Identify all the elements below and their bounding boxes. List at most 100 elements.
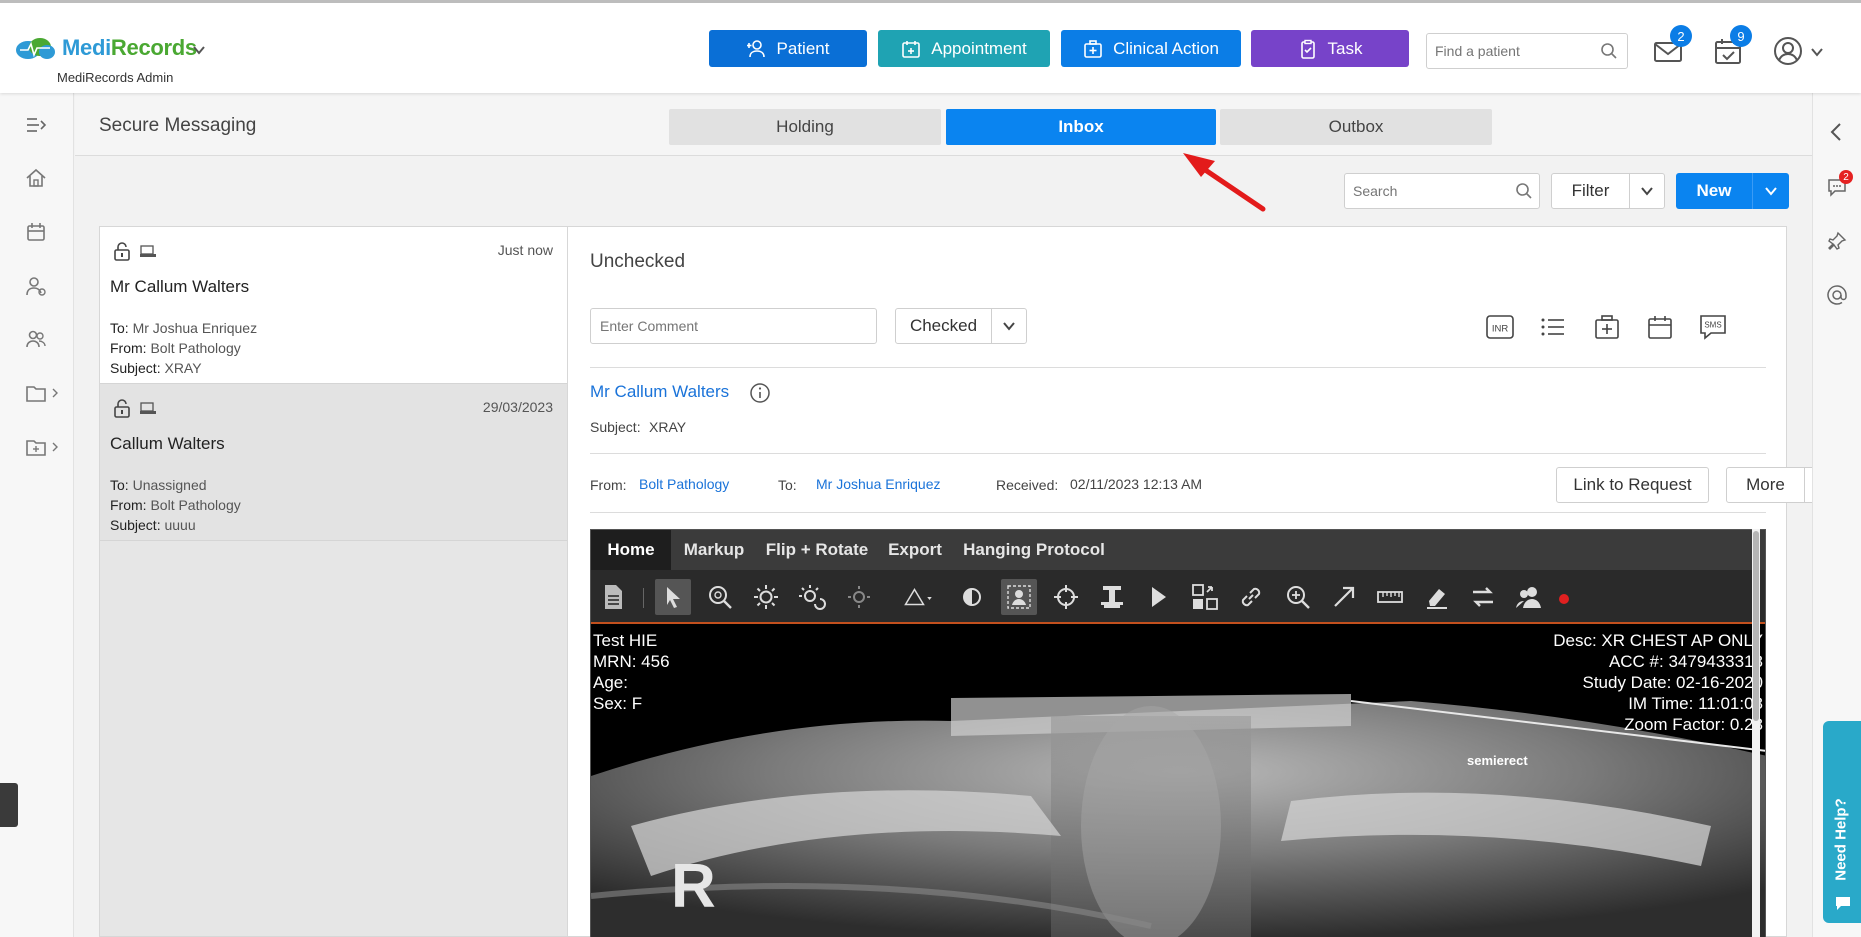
magnify-tool[interactable] bbox=[1280, 579, 1316, 615]
patients-icon[interactable] bbox=[25, 275, 47, 297]
chat-bubble-icon bbox=[1836, 897, 1850, 910]
collapse-menu-icon[interactable] bbox=[25, 114, 47, 136]
message-subject: Subject: uuuu bbox=[110, 517, 196, 533]
sms-icon[interactable]: SMS bbox=[1698, 312, 1728, 342]
eraser-tool[interactable] bbox=[1419, 579, 1455, 615]
message-search-field[interactable] bbox=[1344, 173, 1540, 209]
chevron-right-icon[interactable] bbox=[50, 442, 60, 452]
layout-grid-icon bbox=[1192, 584, 1218, 610]
eraser-icon bbox=[1427, 589, 1447, 609]
detail-scrollbar[interactable] bbox=[1752, 529, 1760, 937]
more-label[interactable]: More bbox=[1727, 468, 1805, 502]
message-subject: Subject: XRAY bbox=[110, 360, 202, 376]
sun-dim-icon bbox=[848, 586, 870, 608]
viewer-tab-export[interactable]: Export bbox=[877, 530, 953, 570]
crosshair-tool[interactable] bbox=[1048, 579, 1084, 615]
message-status: Unchecked bbox=[590, 251, 686, 272]
stack-scroll-icon bbox=[1101, 586, 1123, 608]
list-item[interactable]: 29/03/2023 Callum Walters To: Unassigned… bbox=[100, 384, 567, 541]
viewer-tab-hanging-protocol[interactable]: Hanging Protocol bbox=[953, 530, 1115, 570]
invert-tool[interactable] bbox=[954, 579, 990, 615]
patient-name-link[interactable]: Mr Callum Walters bbox=[590, 382, 729, 402]
shape-tool[interactable] bbox=[896, 579, 942, 615]
measure-tool[interactable] bbox=[1372, 579, 1408, 615]
filter-button[interactable]: Filter bbox=[1551, 173, 1665, 209]
new-message-button[interactable]: New bbox=[1676, 173, 1789, 209]
list-icon[interactable] bbox=[1538, 312, 1568, 342]
viewer-tab-home[interactable]: Home bbox=[591, 530, 671, 570]
brightness-tool[interactable] bbox=[748, 579, 784, 615]
filter-dropdown[interactable] bbox=[1630, 174, 1664, 208]
chevron-left-icon[interactable] bbox=[1826, 121, 1848, 143]
from-label: From: bbox=[110, 340, 147, 356]
viewer-tab-markup[interactable]: Markup bbox=[671, 530, 757, 570]
task-button-label: Task bbox=[1327, 38, 1363, 58]
chevron-right-icon[interactable] bbox=[50, 388, 60, 398]
search-icon[interactable] bbox=[1515, 182, 1533, 200]
xray-image-area[interactable]: Test HIE MRN: 456 Age: Sex: F Desc: XR C… bbox=[591, 626, 1765, 937]
zoom-tool[interactable] bbox=[702, 579, 738, 615]
divider bbox=[590, 367, 1766, 368]
message-from: From: Bolt Pathology bbox=[110, 497, 241, 513]
toolbar-separator bbox=[643, 588, 644, 608]
calendar-icon[interactable] bbox=[1645, 312, 1675, 342]
task-button[interactable]: Task bbox=[1251, 30, 1409, 67]
checked-dropdown[interactable] bbox=[992, 309, 1026, 343]
info-icon[interactable] bbox=[749, 382, 771, 404]
appointment-button[interactable]: Appointment bbox=[878, 30, 1050, 67]
checked-button[interactable]: Checked bbox=[895, 308, 1027, 344]
user-account-icon[interactable] bbox=[1772, 35, 1804, 67]
find-patient-field[interactable] bbox=[1426, 33, 1628, 69]
message-time: Just now bbox=[497, 242, 553, 258]
chevron-down-icon[interactable] bbox=[1810, 45, 1824, 59]
compare-tool[interactable] bbox=[1511, 579, 1547, 615]
new-label[interactable]: New bbox=[1676, 173, 1753, 209]
comment-input[interactable] bbox=[591, 309, 876, 343]
at-mention-icon[interactable] bbox=[1826, 284, 1848, 306]
layout-tool[interactable] bbox=[1187, 579, 1223, 615]
inr-icon[interactable]: INR bbox=[1485, 312, 1515, 342]
patient-info-tool[interactable] bbox=[1001, 579, 1037, 615]
need-help-button[interactable]: Need Help? bbox=[1823, 721, 1861, 923]
side-drawer-handle[interactable] bbox=[0, 783, 18, 827]
medical-kit-icon[interactable] bbox=[1592, 312, 1622, 342]
folder-icon[interactable] bbox=[25, 382, 47, 404]
medirecords-logo[interactable]: MediRecords bbox=[14, 35, 197, 61]
viewer-tab-flip-rotate[interactable]: Flip + Rotate bbox=[757, 530, 877, 570]
medical-kit-icon bbox=[1084, 39, 1102, 58]
message-search-input[interactable] bbox=[1345, 174, 1505, 208]
window-level-reset-tool[interactable] bbox=[794, 579, 830, 615]
new-dropdown[interactable] bbox=[1753, 173, 1789, 209]
to-value: Unassigned bbox=[132, 477, 207, 493]
add-folder-icon[interactable] bbox=[25, 436, 47, 458]
pin-icon[interactable] bbox=[1826, 230, 1848, 252]
cine-play-tool[interactable] bbox=[1140, 579, 1176, 615]
home-icon[interactable] bbox=[25, 167, 47, 189]
link-tool[interactable] bbox=[1233, 579, 1269, 615]
search-icon[interactable] bbox=[1600, 42, 1618, 60]
from-link[interactable]: Bolt Pathology bbox=[639, 476, 729, 492]
scrollbar-thumb[interactable] bbox=[1753, 531, 1759, 721]
checked-label[interactable]: Checked bbox=[896, 309, 992, 343]
comment-field[interactable] bbox=[590, 308, 877, 344]
link-to-request-button[interactable]: Link to Request bbox=[1556, 467, 1709, 503]
stack-tool[interactable] bbox=[1094, 579, 1130, 615]
users-icon[interactable] bbox=[25, 328, 47, 350]
subject-value: XRAY bbox=[649, 419, 687, 435]
need-help-label: Need Help? bbox=[1832, 798, 1850, 881]
auto-level-tool[interactable] bbox=[841, 579, 877, 615]
calendar-icon[interactable] bbox=[25, 221, 47, 243]
patient-button[interactable]: Patient bbox=[709, 30, 867, 67]
filter-label[interactable]: Filter bbox=[1552, 174, 1630, 208]
select-tool[interactable] bbox=[655, 579, 691, 615]
chevron-down-icon[interactable] bbox=[192, 43, 206, 57]
find-patient-input[interactable] bbox=[1427, 34, 1587, 68]
tab-holding[interactable]: Holding bbox=[669, 109, 941, 145]
to-link[interactable]: Mr Joshua Enriquez bbox=[816, 476, 941, 492]
clinical-action-button[interactable]: Clinical Action bbox=[1061, 30, 1241, 67]
document-tool[interactable] bbox=[595, 579, 631, 615]
list-item[interactable]: Just now Mr Callum Walters To: Mr Joshua… bbox=[100, 227, 567, 384]
arrow-annotation-tool[interactable] bbox=[1326, 579, 1362, 615]
swap-tool[interactable] bbox=[1465, 579, 1501, 615]
add-patient-icon bbox=[746, 39, 765, 57]
